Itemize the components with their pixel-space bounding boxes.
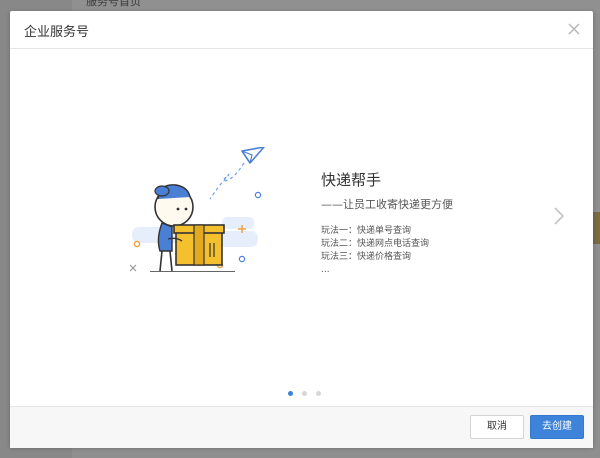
- close-icon[interactable]: [566, 21, 582, 37]
- create-button[interactable]: 去创建: [530, 415, 584, 439]
- feature-item: 玩法一：快递单号查询: [321, 226, 412, 236]
- cancel-button[interactable]: 取消: [470, 415, 524, 439]
- feature-title: 快递帮手: [321, 171, 382, 189]
- background-page-title: 服务号首页: [86, 0, 141, 8]
- carousel-pager: [288, 381, 325, 396]
- pager-dot-2[interactable]: [302, 391, 308, 396]
- feature-item: 玩法二：快递网点电话查询: [321, 239, 430, 249]
- modal-header: 企业服务号: [10, 11, 593, 49]
- background-header: [72, 0, 600, 10]
- pager-dot-3[interactable]: [316, 391, 322, 396]
- feature-subtitle: ——让员工收寄快递更方便: [321, 198, 453, 211]
- modal-title: 企业服务号: [24, 25, 90, 40]
- feature-item: 玩法三：快递价格查询: [321, 252, 412, 262]
- chevron-right-icon[interactable]: [552, 206, 566, 226]
- feature-item: ...: [321, 265, 330, 275]
- service-account-modal: 企业服务号 快递帮手 ——让员工收寄快递更方便 玩法一：快递单号查询 玩法二：快…: [10, 11, 593, 448]
- modal-footer: 取消 去创建: [10, 406, 593, 448]
- courier-illustration: [129, 147, 265, 272]
- modal-body: 快递帮手 ——让员工收寄快递更方便 玩法一：快递单号查询 玩法二：快递网点电话查…: [10, 49, 593, 406]
- pager-dot-1[interactable]: [288, 391, 293, 396]
- background-accent: [593, 212, 600, 244]
- feature-list: 玩法一：快递单号查询 玩法二：快递网点电话查询 玩法三：快递价格查询 ...: [321, 225, 429, 277]
